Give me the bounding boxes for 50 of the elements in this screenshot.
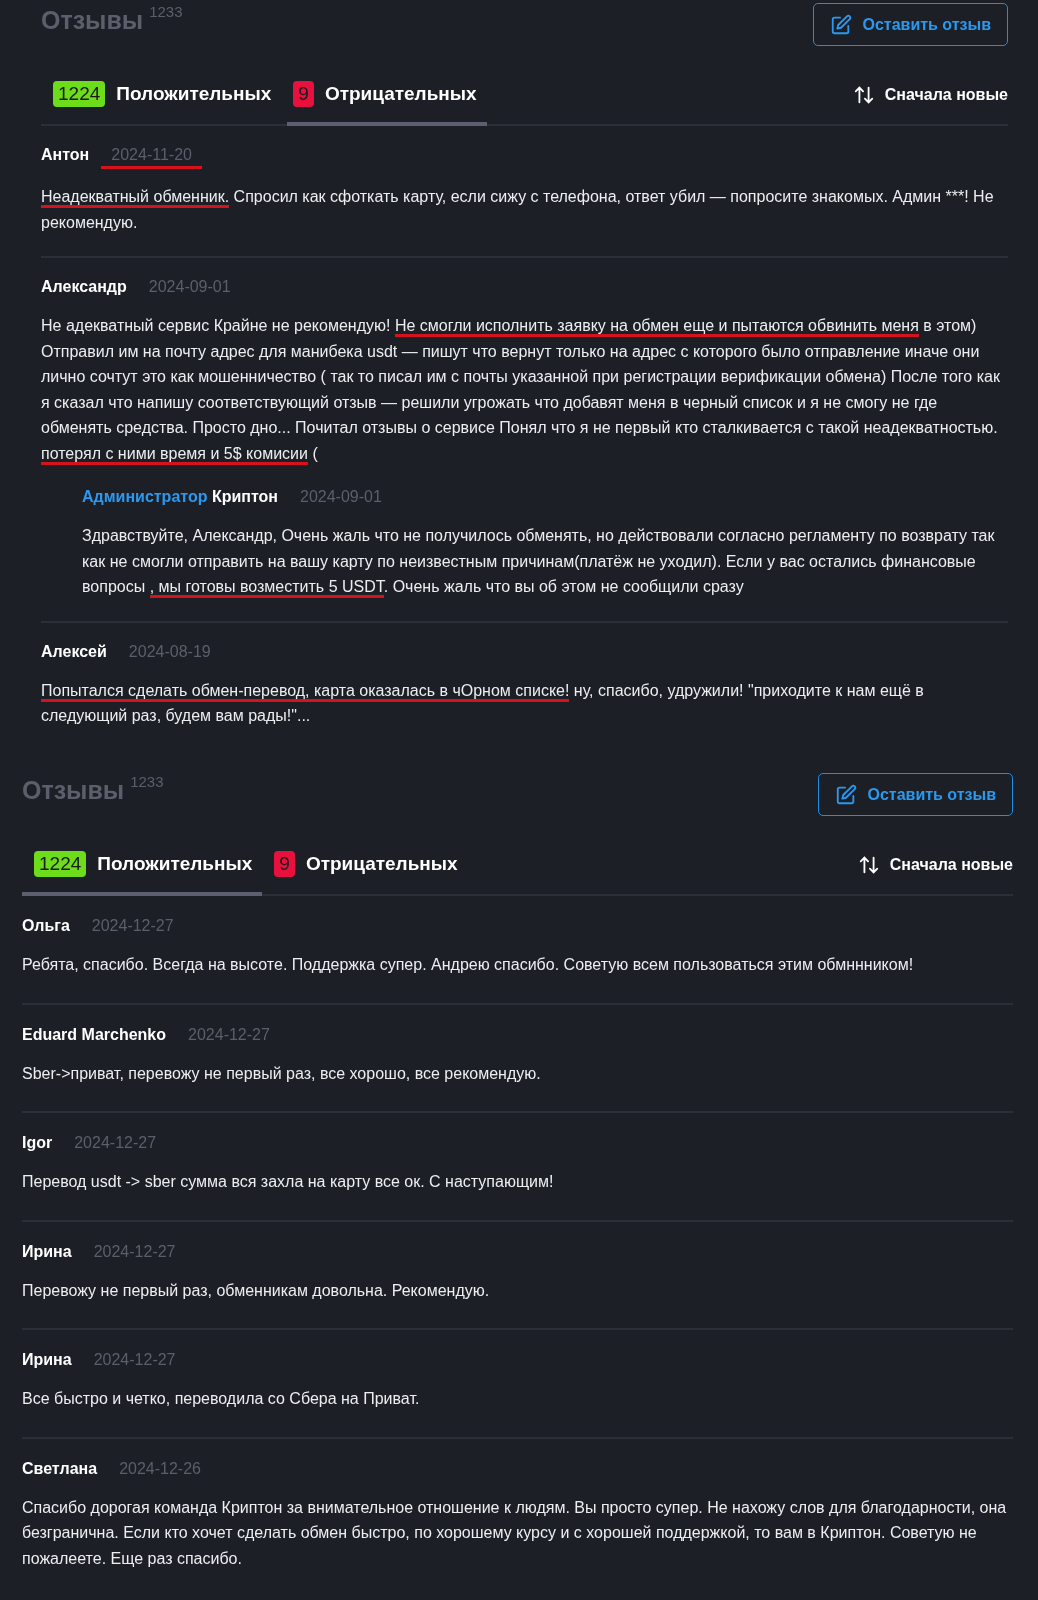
review-date: 2024-12-27 [93,1242,176,1262]
author-name: Eduard Marchenko [22,1025,167,1044]
author-name: Ирина [22,1242,72,1261]
review-date: 2024-11-20 [101,146,202,169]
count-badge: 1224 [34,851,87,877]
edit-icon [835,783,858,806]
review-date: 2024-12-27 [188,1025,270,1045]
count-badge: 1224 [53,81,106,107]
count-badge: 9 [293,81,314,107]
review-text: Неадекватный обменник. Спросил как сфоткать карту, если сижу с телефона, ответ убил — попросите знакомых. Админ ***! Не рекомендую. [41,187,995,233]
author-name: Светлана [22,1459,98,1478]
review-date: 2024-09-01 [300,488,382,507]
author-name: Антон [41,146,90,164]
sort-button[interactable]: Сначала новые [852,84,1008,106]
review-text: Ребята, спасибо. Всегда на высоте. Поддержка супер. Андрею спасибо. Советую всем пользоваться этим обмннником! [22,955,915,975]
review-text: Sber->приват, перевожу не первый раз, все хорошо, все рекомендую. [22,1063,542,1084]
write-review-button[interactable]: Оставить отзыв [813,3,1008,46]
author-name: Алексей [41,642,107,661]
author-name: Ольга [22,917,70,935]
review-text: Спасибо дорогая команда Криптон за внимательное отношение к людям. Вы просто супер. Не нахожу слов для благодарности, она безгранична. Если кто хочет сделать обмен быстро, по хорошему курсу и с хорошей поддержкой, то вам в Криптон. Советую не пожалеете. Еще раз спасибо. [22,1497,1008,1569]
edit-icon [830,13,853,36]
filter-tab[interactable]: 1224 Положительных [22,836,263,896]
review-text: Перевожу не первый раз, обменникам довольна. Рекомендую. [22,1280,491,1301]
sort-icon [857,854,880,876]
filter-tab[interactable]: 9 Отрицательных [287,66,487,126]
review-text: Перевод usdt -> sber сумма вся захла на карту все ок. С наступающим! [22,1172,555,1192]
count-badge: 9 [274,851,295,877]
review-date: 2024-12-27 [74,1134,157,1153]
author-name: Администратор Криптон [82,488,278,506]
review-count: 1233 [149,3,183,20]
review-date: 2024-12-27 [93,1351,176,1370]
review-count: 1233 [130,773,164,790]
sort-button[interactable]: Сначала новые [857,854,1013,876]
author-name: Igor [22,1134,53,1152]
filter-tab[interactable]: 9 Отрицательных [268,836,468,896]
review-text: Все быстро и четко, переводила со Сбера на Приват. [22,1389,421,1409]
author-name: Ирина [22,1351,72,1369]
review-text: Не адекватный сервис Крайне не рекомендую! Не смогли исполнить заявку на обмен еще и пытаются обвинить меня в этом) Отправил им на почту адрес для манибека usdt — пишут что вернут только на адрес с которого было отправление иначе они лично сочтут это как мошенничество ( так то писал им с почты указанной при регистрации верификации обмена) После того как я сказал что напишу соответствующий отзыв — решили угрожать что добавят меня в черный список и я не смогу не где обменять средства. Просто дно... Почитал отзывы о сервисе Понял что я не первый кто сталкивается с такой неадекватностью. потерял с ними время и 5$ комисии ( [41,313,1008,466]
review-date: 2024-09-01 [148,278,231,297]
section-title: Отзывы [41,6,144,34]
author-name: Александр [41,278,127,296]
sort-icon [852,84,875,106]
section-title: Отзывы [22,776,125,804]
review-date: 2024-08-19 [128,642,211,662]
review-date: 2024-12-26 [119,1459,201,1479]
write-review-button[interactable]: Оставить отзыв [818,773,1013,816]
reply-text: Здравствуйте, Александр, Очень жаль что не получилось обменять, но действовали согласно регламенту по возврату так как не смогли отправить на вашу карту по неизвестным причинам(платёж не уходил). Если у вас остались финансовые вопросы , мы готовы возместить 5 USDT. Очень жаль что вы об этом не сообщили сразу [82,523,1008,600]
filter-tab[interactable]: 1224 Положительных [53,66,282,126]
review-date: 2024-12-27 [91,917,174,936]
review-text: Попытался сделать обмен-перевод, карта оказалась в чОрном списке! ну, спасибо, удружили! "приходите к нам ещё в следующий раз, будем вам рады!"... [41,680,925,726]
